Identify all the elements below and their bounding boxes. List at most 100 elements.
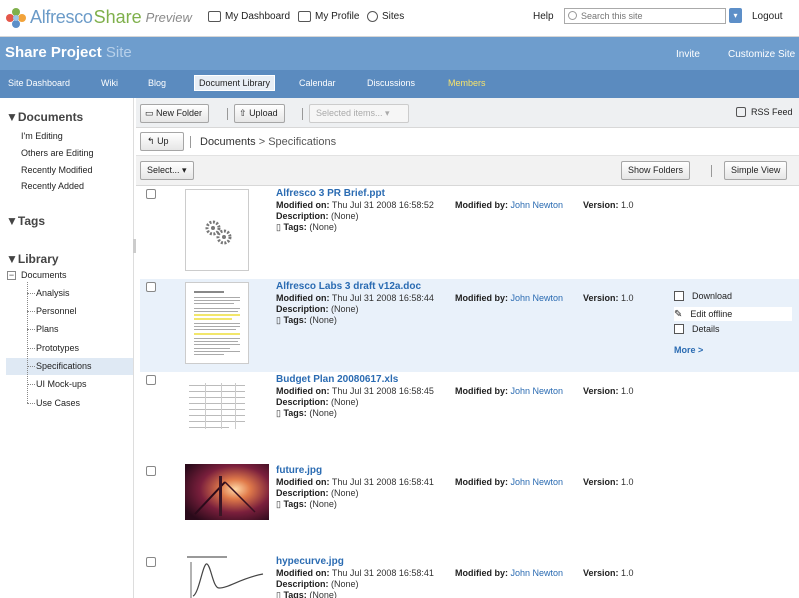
modified-by-user-link[interactable]: John Newton [511,200,564,210]
download-action[interactable]: Download [674,291,732,301]
site-nav-calendar[interactable]: Calendar [299,78,336,88]
tree-item-ui-mockups[interactable]: UI Mock-ups [36,379,87,389]
documents-filter-heading[interactable]: ▼Documents [6,110,83,124]
logout-link[interactable]: Logout [752,11,783,22]
rss-feed-link[interactable]: RSS Feed [736,107,793,117]
app-logo[interactable]: Alfresco Share Preview [6,7,192,28]
documents-sidebar: ▼Documents I'm Editing Others are Editin… [0,98,134,598]
invite-link[interactable]: Invite [676,49,700,60]
more-actions-link[interactable]: More > [674,345,703,355]
chevron-down-icon: ▾ [182,165,187,175]
document-preview-icon [194,291,240,355]
row-checkbox[interactable] [146,375,156,385]
tag-icon: ▯ [276,315,281,325]
modified-by-user-link[interactable]: John Newton [511,477,564,487]
tags: ▯ Tags: (None) [276,408,337,418]
nav-my-profile[interactable]: My Profile [298,11,359,22]
document-row[interactable]: Alfresco 3 PR Brief.ppt Modified on: Thu… [140,186,799,279]
tree-item-documents[interactable]: Documents [21,270,67,280]
modified-by-user-link[interactable]: John Newton [511,386,564,396]
document-name-link[interactable]: future.jpg [276,465,322,476]
breadcrumb-bar: ↰ Up Documents > Specifications [136,128,799,156]
expand-arrow-icon: ▼ [6,110,18,124]
row-checkbox[interactable] [146,466,156,476]
row-checkbox[interactable] [146,557,156,567]
modified-by-user-link[interactable]: John Newton [511,293,564,303]
site-nav-wiki[interactable]: Wiki [101,78,118,88]
simple-view-button[interactable]: Simple View [724,161,788,180]
modified-by: Modified by: John Newton [455,293,564,303]
expand-arrow-icon: ▼ [6,214,18,228]
document-name-link[interactable]: Budget Plan 20080617.xls [276,374,398,385]
tree-item-plans[interactable]: Plans [36,324,59,334]
tags: ▯ Tags: (None) [276,499,337,509]
search-box [564,8,726,24]
row-checkbox[interactable] [146,189,156,199]
up-arrow-icon: ↰ [147,136,155,146]
search-input[interactable] [581,9,721,23]
tree-item-specifications[interactable]: Specifications [36,361,92,371]
modified-by: Modified by: John Newton [455,386,564,396]
document-thumbnail[interactable] [185,282,249,364]
filter-recently-modified[interactable]: Recently Modified [21,165,93,175]
document-thumbnail[interactable] [185,464,269,520]
tree-item-prototypes[interactable]: Prototypes [36,343,79,353]
tree-item-analysis[interactable]: Analysis [36,288,70,298]
breadcrumb-root[interactable]: Documents [200,136,256,148]
up-button[interactable]: ↰ Up [140,132,184,151]
new-folder-button[interactable]: ▭ New Folder [140,104,210,123]
upload-button[interactable]: ⇧ Upload [234,104,285,123]
document-thumbnail[interactable] [185,554,265,598]
document-thumbnail[interactable] [185,189,249,271]
nav-my-dashboard[interactable]: My Dashboard [208,11,290,22]
filter-recently-added[interactable]: Recently Added [21,181,84,191]
document-row[interactable]: Alfresco Labs 3 draft v12a.doc Modified … [140,279,799,372]
row-checkbox[interactable] [146,282,156,292]
select-menu-button[interactable]: Select... ▾ [140,161,194,180]
tree-item-use-cases[interactable]: Use Cases [36,398,80,408]
tags-heading[interactable]: ▼Tags [6,214,45,228]
details-action[interactable]: Details [674,324,720,334]
search-icon [568,11,577,20]
document-toolbar: ▭ New Folder ⇧ Upload Selected items... … [136,98,799,128]
version: Version: 1.0 [583,568,634,578]
nav-sites[interactable]: Sites [367,11,404,22]
site-nav-discussions[interactable]: Discussions [367,78,415,88]
document-row[interactable]: Budget Plan 20080617.xls Modified on: Th… [140,372,799,465]
document-row[interactable]: hypecurve.jpg Modified on: Thu Jul 31 20… [140,554,799,598]
tags: ▯ Tags: (None) [276,590,337,598]
site-title-bar: Share Project Site Invite Customize Site [0,37,799,70]
help-link[interactable]: Help [533,11,554,22]
tree-connector [27,403,35,404]
modified-on: Modified on: Thu Jul 31 2008 16:58:41 [276,568,434,578]
document-name-link[interactable]: hypecurve.jpg [276,556,344,567]
show-folders-button[interactable]: Show Folders [621,161,691,180]
chevron-down-icon: ▾ [733,11,738,20]
site-title-suffix: Site [105,44,132,61]
site-title: Share Project Site [5,44,132,61]
filter-im-editing[interactable]: I'm Editing [21,131,63,141]
collapse-tree-icon[interactable]: − [7,271,16,280]
hype-curve-chart-icon [187,556,264,598]
edit-offline-action[interactable]: ✎ Edit offline [674,307,792,321]
site-nav-blog[interactable]: Blog [148,78,166,88]
document-thumbnail[interactable] [185,375,249,457]
site-nav-members[interactable]: Members [448,78,486,88]
site-nav-document-library[interactable]: Document Library [194,75,276,91]
chevron-down-icon: ▾ [385,108,390,118]
tree-item-personnel[interactable]: Personnel [36,306,77,316]
library-heading[interactable]: ▼Library [6,252,59,266]
document-name-link[interactable]: Alfresco 3 PR Brief.ppt [276,188,385,199]
search-options-button[interactable]: ▾ [729,8,742,23]
modified-by-user-link[interactable]: John Newton [511,568,564,578]
rss-icon [736,107,746,117]
document-row[interactable]: future.jpg Modified on: Thu Jul 31 2008 … [140,463,799,556]
site-nav-dashboard[interactable]: Site Dashboard [8,78,70,88]
tag-icon: ▯ [276,590,281,598]
document-name-link[interactable]: Alfresco Labs 3 draft v12a.doc [276,281,421,292]
selected-items-menu[interactable]: Selected items... ▾ [309,104,409,123]
customize-site-link[interactable]: Customize Site [728,49,795,60]
gears-icon [205,220,232,245]
tag-icon: ▯ [276,408,281,418]
filter-others-editing[interactable]: Others are Editing [21,148,94,158]
